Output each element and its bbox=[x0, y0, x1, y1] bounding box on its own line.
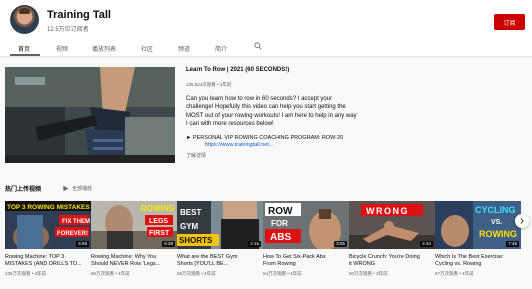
video-title[interactable]: Bicycle Crunch: You're Doing it WRONG bbox=[349, 254, 435, 268]
video-meta: 57万次观看 • 4年前 bbox=[435, 271, 474, 276]
video-meta: 135万次观看 • 4年前 bbox=[5, 271, 47, 276]
channel-avatar[interactable] bbox=[10, 5, 39, 34]
thumbnail-text: VS. bbox=[491, 219, 502, 226]
video-card[interactable]: ROWING LEGS FIRST 6:28 Rowing Machine: W… bbox=[91, 201, 177, 277]
tab-community[interactable]: 社区 bbox=[141, 44, 153, 53]
description-line: Can you learn how to row in 60 seconds? … bbox=[186, 96, 333, 102]
channel-name: Training Tall bbox=[47, 9, 111, 21]
video-title[interactable]: Rowing Machine: TOP 3 MISTAKES (AND DRIL… bbox=[5, 254, 91, 268]
channel-header: Training Tall 12.5万位订阅者 订阅 首页 视频 播放列表 社区… bbox=[0, 0, 532, 56]
video-duration: 6:28 bbox=[162, 241, 175, 247]
thumbnail-text: ROWING bbox=[141, 204, 175, 213]
featured-video-description: Can you learn how to row in 60 seconds? … bbox=[186, 95, 357, 128]
carousel-next-button[interactable] bbox=[515, 214, 529, 228]
thumbnail-text: BEST bbox=[180, 208, 201, 217]
play-all-icon bbox=[63, 185, 69, 191]
video-title-line: Shorts [YOU'LL BE... bbox=[177, 261, 229, 267]
play-all-label: 全部播放 bbox=[72, 185, 93, 192]
video-thumbnail[interactable]: WRONG 4:34 bbox=[349, 201, 435, 249]
subscriber-count: 12.5万位订阅者 bbox=[47, 27, 89, 33]
video-meta: 60万次观看 • 3年前 bbox=[349, 271, 388, 276]
tab-home[interactable]: 首页 bbox=[18, 44, 30, 53]
thumbnail-text: FIRST bbox=[149, 230, 170, 237]
read-more-link[interactable]: 了解详情 bbox=[186, 152, 526, 159]
video-thumbnail[interactable]: TOP 3 ROWING MISTAKES FIX THEM FOREVER! … bbox=[5, 201, 91, 249]
video-title[interactable]: Rowing Machine: Why You Should NEVER Row… bbox=[91, 254, 177, 268]
video-meta: 54万次观看 • 4年前 bbox=[263, 271, 302, 276]
video-thumbnail[interactable]: ROWING LEGS FIRST 6:28 bbox=[91, 201, 177, 249]
video-card[interactable]: WRONG 4:34 Bicycle Crunch: You're Doing … bbox=[349, 201, 435, 277]
thumbnail-text: ROWING bbox=[479, 229, 517, 239]
tab-playlists[interactable]: 播放列表 bbox=[92, 44, 116, 53]
thumbnail-text: WRONG bbox=[366, 206, 409, 216]
thumbnail-text: FIX THEM bbox=[62, 219, 90, 225]
featured-video-meta: 135,524次观看 • 3年前 bbox=[186, 82, 232, 87]
video-duration: 7:48 bbox=[506, 241, 519, 247]
video-title[interactable]: Which Is The Best Exercise: Cycling vs. … bbox=[435, 254, 521, 268]
channel-tabs: 首页 视频 播放列表 社区 频道 简介 bbox=[0, 40, 532, 56]
thumbnail-text: TOP 3 ROWING MISTAKES bbox=[7, 204, 90, 211]
video-title[interactable]: What are the BEST Gym Shorts [YOU'LL BE.… bbox=[177, 254, 263, 268]
featured-video-title[interactable]: Learn To Row | 2021 (60 SECONDS!) bbox=[186, 67, 526, 73]
description-line: I can with more resources below! bbox=[186, 120, 274, 127]
video-meta: 96万次观看 • 4年前 bbox=[91, 271, 130, 276]
video-title-line: Cycling vs. Rowing bbox=[435, 261, 482, 267]
video-meta: 58万次观看 • 4年前 bbox=[177, 271, 216, 276]
thumbnail-text: LEGS bbox=[149, 218, 168, 225]
video-title-line: Which Is The Best Exercise: bbox=[435, 254, 504, 260]
thumbnail-text: CYCLING bbox=[475, 205, 516, 215]
thumbnail-text: FOR bbox=[271, 219, 288, 228]
popular-uploads-title[interactable]: 热门上传视频 bbox=[5, 184, 41, 193]
thumbnail-text: GYM bbox=[180, 222, 199, 231]
video-card[interactable]: BEST GYM SHORTS 2:15 What are the BEST G… bbox=[177, 201, 263, 277]
video-title-line: MISTAKES (AND DRILLS TO... bbox=[5, 261, 82, 267]
video-title-line: it WRONG bbox=[349, 261, 375, 267]
video-card[interactable]: TOP 3 ROWING MISTAKES FIX THEM FOREVER! … bbox=[5, 201, 91, 277]
thumbnail-text: ROW bbox=[268, 206, 293, 217]
play-all-button[interactable]: 全部播放 bbox=[62, 183, 92, 193]
video-thumbnail[interactable]: BEST GYM SHORTS 2:15 bbox=[177, 201, 263, 249]
video-title-line: Rowing Machine: Why You bbox=[91, 254, 157, 260]
channel-page: Training Tall 12.5万位订阅者 订阅 首页 视频 播放列表 社区… bbox=[0, 0, 532, 289]
thumbnail-text: FOREVER! bbox=[57, 231, 88, 237]
video-duration: 6:59 bbox=[76, 241, 89, 247]
video-title-line: Rowing Machine: TOP 3 bbox=[5, 254, 65, 260]
video-title-line: Should NEVER Row 'Legs... bbox=[91, 261, 161, 267]
tab-videos[interactable]: 视频 bbox=[56, 44, 68, 53]
header-divider bbox=[0, 56, 532, 57]
featured-thumbnail-image bbox=[5, 67, 175, 163]
video-duration: 2:15 bbox=[248, 241, 261, 247]
video-card[interactable]: CYCLING VS. ROWING 7:48 Which Is The Bes… bbox=[435, 201, 521, 277]
video-title-line: From Rowing bbox=[263, 261, 296, 267]
featured-video-info: Learn To Row | 2021 (60 SECONDS!) 135,52… bbox=[186, 67, 526, 159]
chevron-right-icon bbox=[520, 218, 524, 224]
video-duration: 3:55 bbox=[334, 241, 347, 247]
video-card[interactable]: ROW FOR ABS 3:55 How To Get Six-Pack Abs… bbox=[263, 201, 349, 277]
video-title-line: What are the BEST Gym bbox=[177, 254, 238, 260]
video-thumbnail[interactable]: CYCLING VS. ROWING 7:48 bbox=[435, 201, 521, 249]
description-line: MOST out of your rowing workouts! I am h… bbox=[186, 112, 357, 119]
popular-uploads-header: 热门上传视频 全部播放 bbox=[5, 183, 305, 193]
video-title-line: Bicycle Crunch: You're Doing bbox=[349, 254, 420, 260]
video-title-line: How To Get Six-Pack Abs bbox=[263, 254, 326, 260]
description-line: challenge! Hopefully this video can help… bbox=[186, 104, 346, 111]
video-thumbnail[interactable]: ROW FOR ABS 3:55 bbox=[263, 201, 349, 249]
thumbnail-text: ABS bbox=[270, 232, 291, 243]
featured-promo-text: ► PERSONAL VIP ROWING COACHING PROGRAM: … bbox=[186, 135, 344, 142]
featured-video-thumbnail[interactable] bbox=[5, 67, 175, 163]
video-title[interactable]: How To Get Six-Pack Abs From Rowing bbox=[263, 254, 349, 268]
subscribe-button[interactable]: 订阅 bbox=[494, 14, 525, 30]
thumbnail-text: SHORTS bbox=[179, 236, 213, 245]
featured-promo-link[interactable]: https://www.trainingtall.net... bbox=[205, 142, 526, 148]
tab-about[interactable]: 简介 bbox=[215, 44, 227, 53]
tab-channels[interactable]: 频道 bbox=[178, 44, 190, 53]
video-duration: 4:34 bbox=[420, 241, 433, 247]
search-icon[interactable] bbox=[254, 42, 262, 50]
